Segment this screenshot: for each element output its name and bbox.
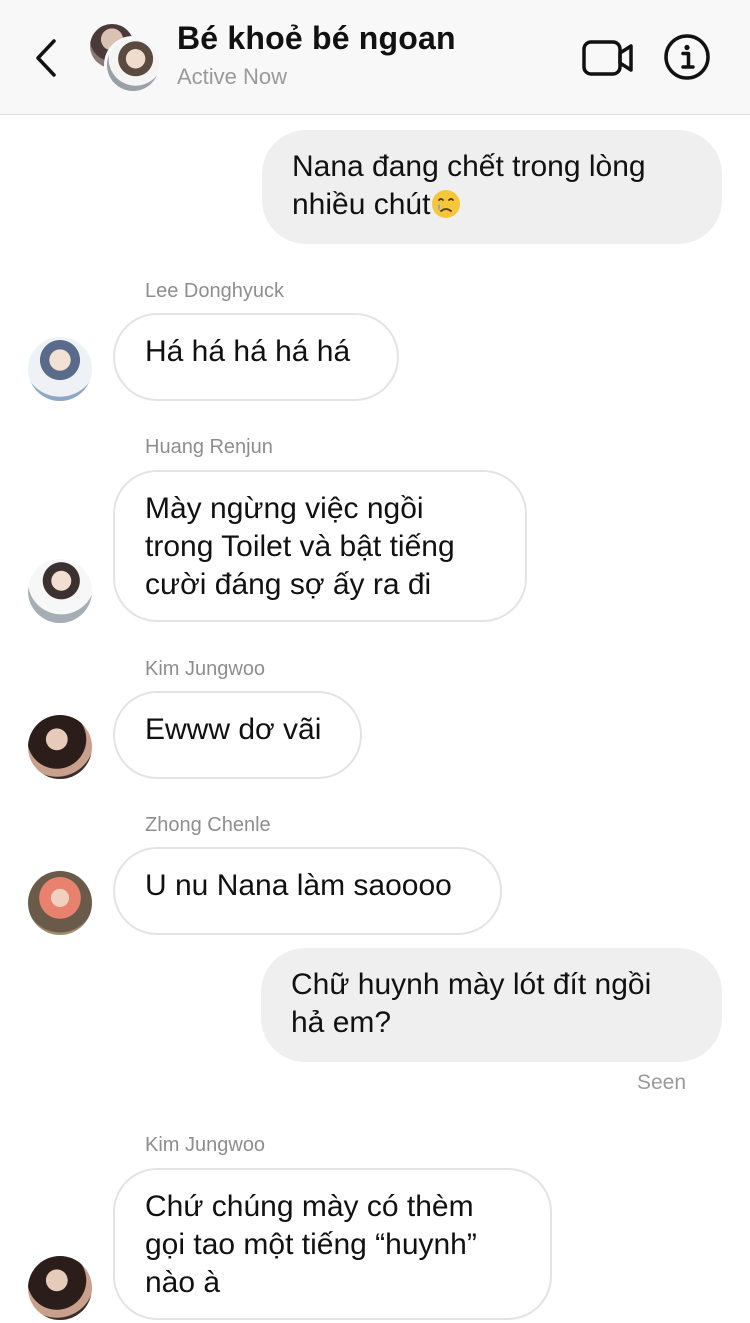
message-text: Há há há há há: [145, 335, 351, 368]
group-avatar[interactable]: [90, 24, 162, 94]
avatar[interactable]: [28, 337, 92, 401]
message-bubble-outgoing[interactable]: Nana đang chết trong lòng nhiều chút: [262, 130, 722, 244]
info-button[interactable]: [664, 34, 710, 80]
avatar[interactable]: [28, 715, 92, 779]
seen-status: Seen: [637, 1071, 687, 1094]
message-text: Ewww dơ vãi: [145, 713, 322, 746]
message-bubble-incoming[interactable]: Mày ngừng việc ngồi trong Toilet và bật …: [113, 470, 527, 622]
message-bubble-outgoing[interactable]: Chữ huynh mày lót đít ngồi hả em?: [261, 948, 722, 1062]
chat-screen: Bé khoẻ bé ngoan Active Now Nana đang ch…: [0, 0, 750, 1323]
group-avatar-front: [104, 36, 162, 94]
video-camera-icon: [582, 40, 633, 76]
back-button[interactable]: [26, 34, 66, 82]
avatar[interactable]: [28, 871, 92, 935]
message-text: Nana đang chết trong lòng nhiều chút: [292, 150, 646, 221]
message-text: Mày ngừng việc ngồi trong Toilet và bật …: [145, 492, 455, 601]
chevron-left-icon: [36, 39, 56, 77]
info-icon: [664, 34, 710, 80]
crying-face-emoji-icon: [432, 190, 461, 218]
avatar[interactable]: [28, 559, 92, 623]
sender-name: Huang Renjun: [145, 436, 273, 458]
chat-title[interactable]: Bé khoẻ bé ngoan: [177, 20, 456, 57]
message-bubble-incoming[interactable]: Há há há há há: [113, 313, 399, 401]
avatar[interactable]: [28, 1256, 92, 1320]
chat-status: Active Now: [177, 64, 288, 89]
message-text: Chữ huynh mày lót đít ngồi hả em?: [291, 968, 652, 1039]
message-text: U nu Nana làm saoooo: [145, 869, 452, 902]
video-call-button[interactable]: [582, 38, 634, 78]
sender-name: Kim Jungwoo: [145, 658, 266, 680]
message-bubble-incoming[interactable]: Chứ chúng mày có thèm gọi tao một tiếng …: [113, 1168, 552, 1320]
chat-header: Bé khoẻ bé ngoan Active Now: [0, 0, 750, 115]
sender-name: Kim Jungwoo: [145, 1134, 266, 1156]
sender-name: Lee Donghyuck: [145, 280, 284, 302]
sender-name: Zhong Chenle: [145, 814, 271, 836]
message-bubble-incoming[interactable]: U nu Nana làm saoooo: [113, 847, 502, 935]
message-bubble-incoming[interactable]: Ewww dơ vãi: [113, 691, 362, 779]
message-text: Chứ chúng mày có thèm gọi tao một tiếng …: [145, 1190, 477, 1299]
